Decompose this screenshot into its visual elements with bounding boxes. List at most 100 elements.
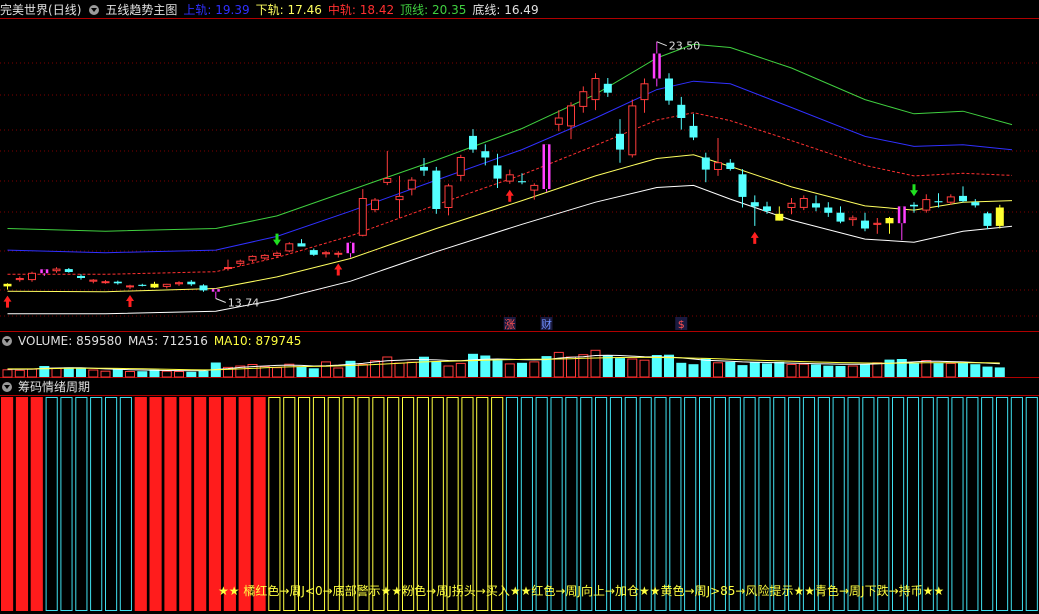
cycle-bar — [966, 397, 979, 611]
cycle-bar — [372, 397, 385, 611]
cycle-bar — [75, 397, 88, 611]
candle-body-inner — [349, 242, 352, 254]
candle-body — [493, 165, 502, 179]
cycle-bar — [105, 397, 118, 611]
volume-bar — [39, 366, 50, 377]
volume-bar — [700, 358, 711, 377]
volume-bar — [615, 358, 625, 377]
volume-bar — [2, 369, 13, 378]
candle-body — [260, 254, 269, 259]
candle-body — [126, 285, 134, 288]
volume-bar — [896, 359, 907, 377]
cycle-bar — [802, 397, 816, 611]
collapse-icon[interactable] — [2, 382, 12, 392]
collapse-icon[interactable] — [2, 336, 12, 346]
cycle-bar — [817, 397, 830, 611]
cycle-bar — [253, 397, 266, 611]
volume-bar — [909, 362, 919, 377]
cycle-bar — [223, 397, 236, 611]
volume-bar — [774, 361, 785, 377]
candle-body — [224, 267, 232, 269]
volume-bar — [443, 365, 454, 378]
candle-body — [603, 83, 612, 93]
volume-bar — [970, 364, 981, 377]
candle-body — [28, 272, 36, 281]
volume-bar — [713, 362, 723, 378]
volume-bar — [431, 361, 442, 377]
event-mark: 涨 — [504, 318, 515, 331]
candle-body — [701, 157, 710, 170]
down-band-readout: 下轨: 17.46 — [256, 3, 322, 17]
candle-body — [677, 104, 686, 118]
cycle-bar — [743, 397, 756, 611]
bottom-line-value: 16.49 — [504, 3, 539, 17]
volume-bar — [394, 362, 405, 378]
cycle-bar — [268, 397, 281, 611]
volume-bar — [982, 366, 993, 377]
top-line-readout: 顶线: 20.35 — [400, 3, 466, 17]
cycle-bar — [906, 397, 920, 611]
candle-body — [861, 220, 869, 229]
cycle-bar — [446, 397, 459, 611]
candle-body — [775, 213, 784, 221]
candle-body — [187, 281, 196, 285]
cycle-legend: ★★ 橘红色→周J<0→底部警示★★粉色→周J拐头→买入★★红色→周J向上→加仓… — [218, 584, 945, 598]
cycle-bar — [595, 397, 608, 611]
candle-body — [236, 260, 245, 264]
volume-bar — [468, 353, 478, 377]
bottom-line-readout: 底线: 16.49 — [472, 3, 538, 17]
volume-bar — [737, 365, 748, 377]
candle-body — [812, 203, 820, 208]
candle-body — [922, 199, 931, 211]
cycle-bar — [491, 397, 504, 611]
cycle-bar — [609, 397, 623, 611]
candle-body — [113, 281, 122, 284]
cycle-bar — [238, 397, 251, 611]
cycle-bar — [342, 397, 355, 611]
up-band-value: 19.39 — [215, 3, 250, 17]
volume-bar — [651, 355, 662, 377]
candle-body — [309, 250, 318, 255]
cycle-bar — [149, 397, 162, 611]
volume-bar — [958, 362, 968, 377]
candle-body — [297, 243, 306, 247]
candle-body — [15, 278, 24, 281]
ma10-label: MA10: — [213, 334, 252, 348]
up-band-label: 上轨: — [183, 3, 212, 17]
ma10-value: 879745 — [255, 334, 302, 348]
cycle-bar — [580, 397, 593, 611]
candle-body — [3, 283, 12, 287]
cycle-bar — [327, 397, 340, 611]
cycle-bar — [550, 397, 563, 611]
cycle-bar — [862, 397, 875, 611]
up-band-readout: 上轨: 19.39 — [183, 3, 249, 17]
volume-bar — [161, 370, 172, 378]
cycle-bar — [179, 397, 192, 611]
chart-canvas[interactable]: 23.50 13.74 涨 财 $ — [0, 0, 1039, 614]
ma5-readout: MA5: 712516 — [128, 334, 208, 348]
period-label: (日线) — [48, 3, 82, 17]
candle-body — [750, 202, 759, 207]
volume-bar — [112, 368, 123, 377]
candle-body — [273, 252, 281, 256]
candle-body — [934, 201, 943, 203]
volume-bar — [725, 361, 736, 377]
cycle-bar — [194, 397, 207, 611]
mid-band-label: 中轨: — [327, 3, 356, 17]
bottom-line-label: 底线: — [472, 3, 501, 17]
volume-bar — [566, 356, 576, 378]
cycle-bar — [699, 397, 712, 611]
cycle-bar — [758, 397, 771, 611]
collapse-icon[interactable] — [89, 5, 100, 15]
candle-body — [787, 202, 796, 209]
volume-bar — [504, 363, 515, 378]
cycle-bar — [402, 397, 415, 611]
candle-body — [910, 204, 918, 207]
volume-bar — [137, 371, 148, 377]
candle-body — [334, 252, 343, 255]
cycle-bar — [15, 397, 29, 611]
candle-body — [885, 218, 894, 224]
candle-body-inner — [42, 269, 46, 274]
cycle-bar — [298, 397, 311, 611]
candle-body — [285, 243, 294, 252]
